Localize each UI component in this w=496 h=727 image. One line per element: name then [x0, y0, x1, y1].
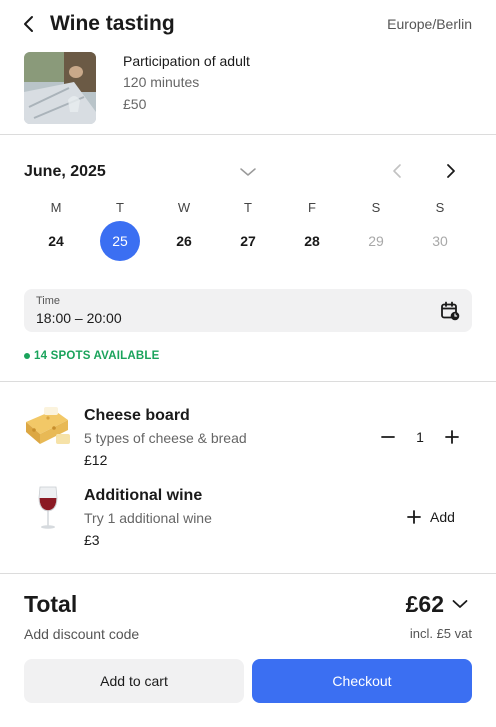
quantity-value: 1: [416, 429, 424, 445]
month-dropdown-button[interactable]: [238, 162, 258, 182]
addon-price: £3: [84, 532, 100, 548]
add-to-cart-button[interactable]: Add to cart: [24, 659, 244, 703]
chevron-left-icon: [24, 16, 33, 32]
add-discount-code-link[interactable]: Add discount code: [24, 625, 139, 643]
increase-quantity-button[interactable]: [441, 426, 463, 448]
weekday-label: S: [371, 200, 381, 215]
calendar-clock-icon: [441, 301, 460, 321]
weekday-label: T: [116, 200, 124, 215]
plus-icon: [407, 510, 421, 524]
product-duration: 120 minutes: [123, 74, 200, 90]
cheese-board-image: [24, 404, 72, 452]
availability-text: 14 SPOTS AVAILABLE: [34, 350, 160, 362]
decrease-quantity-button[interactable]: [377, 426, 399, 448]
add-addon-button[interactable]: Add: [406, 506, 455, 528]
divider: [0, 134, 496, 135]
weekday-label: F: [308, 200, 316, 215]
chevron-right-icon: [447, 164, 455, 178]
chevron-down-icon: [452, 600, 468, 608]
addon-name: Cheese board: [84, 407, 190, 424]
add-addon-label: Add: [430, 509, 455, 525]
addon-name: Additional wine: [84, 487, 203, 504]
weekday-label: S: [435, 200, 445, 215]
timezone-label: Europe/Berlin: [387, 16, 472, 32]
calendar-day-unavailable: 30: [432, 233, 448, 249]
weekday-label: W: [177, 200, 191, 215]
addon-description: 5 types of cheese & bread: [84, 430, 247, 446]
total-label: Total: [24, 591, 78, 617]
availability-dot: [24, 353, 30, 359]
previous-week-button[interactable]: [386, 160, 408, 182]
calendar-day[interactable]: 26: [164, 221, 204, 261]
calendar-day-selected[interactable]: 25: [100, 221, 140, 261]
divider: [0, 573, 496, 574]
time-field-value: 18:00 – 20:00: [36, 310, 122, 326]
plus-icon: [445, 430, 459, 444]
next-week-button[interactable]: [440, 160, 462, 182]
chevron-left-icon: [393, 164, 401, 178]
page-title: Wine tasting: [50, 12, 175, 35]
divider: [0, 381, 496, 382]
product-price: £50: [123, 96, 147, 112]
back-button[interactable]: [16, 10, 42, 38]
total-breakdown-toggle[interactable]: [450, 594, 470, 614]
vat-note: incl. £5 vat: [409, 626, 472, 641]
calendar-day[interactable]: 24: [36, 221, 76, 261]
weekday-label: M: [50, 200, 62, 215]
time-field-label: Time: [36, 295, 61, 307]
calendar-month: June, 2025: [24, 163, 106, 180]
checkout-button[interactable]: Checkout: [252, 659, 472, 703]
addon-description: Try 1 additional wine: [84, 510, 212, 526]
calendar-day[interactable]: 28: [292, 221, 332, 261]
chevron-down-icon: [240, 168, 256, 176]
addon-price: £12: [84, 452, 108, 468]
total-amount: £62: [405, 591, 444, 617]
product-image: [24, 52, 96, 124]
calendar-day-unavailable: 29: [368, 233, 384, 249]
weekday-label: T: [244, 200, 252, 215]
time-select-field[interactable]: Time 18:00 – 20:00: [24, 289, 472, 332]
minus-icon: [381, 436, 395, 438]
wine-glass-image: [24, 484, 72, 532]
calendar-day[interactable]: 27: [228, 221, 268, 261]
product-name: Participation of adult: [123, 53, 250, 69]
